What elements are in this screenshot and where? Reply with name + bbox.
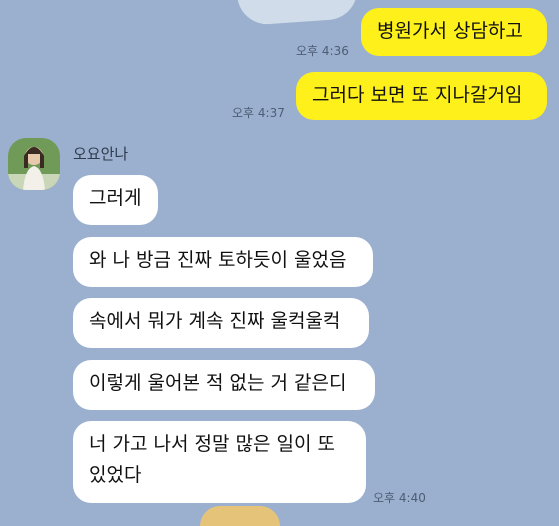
incoming-message-bubble[interactable]: 그러게 [73, 175, 158, 225]
incoming-message-bubble[interactable]: 너 가고 나서 정말 많은 일이 또 있었다 [73, 421, 366, 503]
sender-avatar[interactable] [8, 138, 60, 190]
message-timestamp: 오후 4:40 [373, 491, 426, 505]
message-line: 너 가고 나서 정말 많은 일이 또 [89, 433, 335, 455]
scrolled-image-fragment [200, 506, 280, 526]
message-line: 있었다 [89, 464, 142, 486]
message-timestamp: 오후 4:36 [296, 44, 349, 58]
message-timestamp: 오후 4:37 [232, 106, 285, 120]
scrolled-image-fragment [236, 0, 360, 27]
outgoing-message-bubble[interactable]: 병원가서 상담하고 [361, 8, 547, 56]
incoming-message-bubble[interactable]: 속에서 뭐가 계속 진짜 울컥울컥 [73, 298, 369, 348]
incoming-message-bubble[interactable]: 와 나 방금 진짜 토하듯이 울었음 [73, 237, 373, 287]
incoming-message-bubble[interactable]: 이렇게 울어본 적 없는 거 같은디 [73, 360, 375, 410]
profile-photo-icon [8, 138, 60, 190]
outgoing-message-bubble[interactable]: 그러다 보면 또 지나갈거임 [296, 72, 547, 120]
sender-name: 오요안나 [73, 145, 129, 163]
